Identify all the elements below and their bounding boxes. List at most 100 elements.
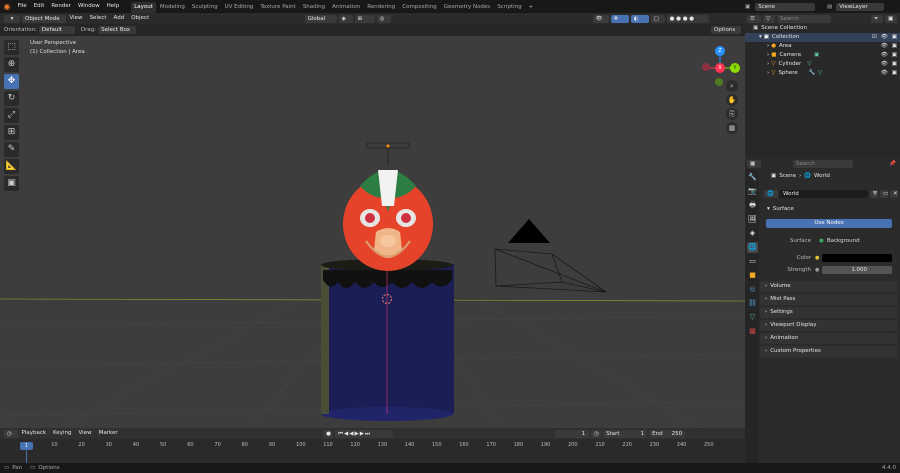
- timeline-menu-playback[interactable]: Playback: [18, 427, 50, 440]
- render-camera-icon[interactable]: ▣: [892, 51, 897, 60]
- rotate-tool-icon[interactable]: ↻: [4, 91, 19, 106]
- add-workspace-button[interactable]: +: [525, 2, 537, 13]
- timeline-menu-view[interactable]: View: [75, 427, 95, 440]
- eye-icon[interactable]: 👁: [881, 51, 888, 60]
- duplicate-icon[interactable]: ▭: [880, 190, 888, 198]
- tab-rendering[interactable]: Rendering: [364, 2, 399, 13]
- cylinder-object[interactable]: [321, 259, 454, 421]
- zoom-icon[interactable]: ⌕: [726, 80, 738, 92]
- outliner-editor-type-icon[interactable]: ☰: [747, 14, 761, 23]
- scale-tool-icon[interactable]: ⤢: [4, 108, 19, 123]
- render-camera-icon[interactable]: ▣: [892, 42, 897, 51]
- timeline-menu-keying[interactable]: Keying: [50, 427, 75, 440]
- color-swatch[interactable]: [822, 254, 892, 262]
- output-tab-icon[interactable]: 🖶: [747, 200, 758, 211]
- fake-user-icon[interactable]: ⛨: [870, 190, 878, 198]
- perspective-toggle-icon[interactable]: ▦: [726, 122, 738, 134]
- start-frame-field[interactable]: Start 1: [603, 429, 648, 438]
- menu-file[interactable]: File: [14, 0, 30, 13]
- tab-layout[interactable]: Layout: [130, 1, 157, 13]
- surface-shader-field[interactable]: ● Background: [815, 237, 892, 245]
- gizmo-neg-x[interactable]: [702, 63, 710, 71]
- gizmo-toggle-icon[interactable]: ✥: [610, 14, 629, 23]
- use-nodes-button[interactable]: Use Nodes: [766, 219, 892, 228]
- eye-icon[interactable]: 👁: [881, 60, 888, 69]
- pivot-icon[interactable]: ◈: [338, 14, 353, 23]
- end-frame-field[interactable]: End 250: [649, 429, 686, 438]
- outliner-scene-collection[interactable]: ▣ Scene Collection: [745, 24, 900, 33]
- pan-hand-icon[interactable]: ✋: [726, 94, 738, 106]
- tab-animation[interactable]: Animation: [329, 2, 364, 13]
- new-collection-icon[interactable]: ▣: [885, 14, 897, 23]
- properties-editor-type-icon[interactable]: ▦: [747, 159, 761, 168]
- tab-compositing[interactable]: Compositing: [399, 2, 440, 13]
- tab-modeling[interactable]: Modeling: [156, 2, 188, 13]
- world-tab-icon[interactable]: 🌐: [747, 242, 758, 253]
- render-tab-icon[interactable]: 📷: [747, 186, 758, 197]
- gizmo-x-axis[interactable]: X: [715, 63, 725, 73]
- tab-uv-editing[interactable]: UV Editing: [221, 2, 257, 13]
- view-layer-tab-icon[interactable]: 🖼: [747, 214, 758, 225]
- gizmo-neg-y[interactable]: [715, 78, 723, 86]
- scene-tab-icon[interactable]: ◈: [747, 228, 758, 239]
- scene-name[interactable]: Scene: [755, 2, 816, 11]
- tab-geometry-nodes[interactable]: Geometry Nodes: [440, 2, 493, 13]
- current-frame-marker[interactable]: 1: [20, 442, 33, 450]
- overlay-toggle-icon[interactable]: ◐: [630, 14, 649, 23]
- editor-type-button[interactable]: ▾: [4, 14, 20, 23]
- blender-logo-icon[interactable]: ◉: [0, 0, 14, 13]
- outliner-filter-icon[interactable]: ▽: [763, 14, 775, 23]
- strength-field[interactable]: 1.000: [822, 266, 892, 274]
- timeline-menu-marker[interactable]: Marker: [95, 427, 121, 440]
- menu-edit[interactable]: Edit: [30, 0, 48, 13]
- outliner-item-cylinder[interactable]: › ▽ Cylinder ▽ 👁 ▣: [745, 60, 900, 69]
- visibility-icon[interactable]: 👁: [592, 14, 609, 23]
- render-camera-icon[interactable]: ▣: [892, 60, 897, 69]
- sphere-object[interactable]: [343, 170, 433, 271]
- current-frame-field[interactable]: 1: [555, 429, 590, 438]
- viewlayer-selector[interactable]: ▤ ViewLayer: [827, 1, 885, 12]
- snap-icon[interactable]: ⊞: [354, 14, 375, 23]
- eye-icon[interactable]: 👁: [881, 42, 888, 51]
- add-cube-tool-icon[interactable]: ▣: [4, 176, 19, 191]
- drag-dropdown[interactable]: Select Box: [98, 26, 137, 34]
- outliner-filter-funnel-icon[interactable]: ⏷: [871, 14, 883, 23]
- orientation-dropdown[interactable]: Default: [38, 26, 75, 34]
- tool-tab-icon[interactable]: 🔧: [747, 172, 758, 183]
- tab-shading[interactable]: Shading: [299, 2, 328, 13]
- outliner-item-sphere[interactable]: › ▽ Sphere 🔧 ▽ 👁 ▣: [745, 69, 900, 78]
- tab-sculpting[interactable]: Sculpting: [188, 2, 221, 13]
- camera-view-icon[interactable]: ⎘: [726, 108, 738, 120]
- panel-mist-pass[interactable]: › Mist Pass: [760, 294, 897, 305]
- world-name-field[interactable]: World: [779, 190, 868, 198]
- preview-range-icon[interactable]: ◷: [591, 429, 602, 438]
- annotate-tool-icon[interactable]: ✎: [4, 142, 19, 157]
- move-tool-icon[interactable]: ✥: [4, 74, 19, 89]
- mode-dropdown[interactable]: Object Mode: [22, 14, 66, 23]
- outliner-item-camera[interactable]: › ■ Camera ▣ 👁 ▣: [745, 51, 900, 60]
- outliner-search-input[interactable]: Search: [777, 14, 831, 23]
- properties-search-input[interactable]: Search: [793, 159, 853, 168]
- render-camera-icon[interactable]: ▣: [892, 69, 897, 78]
- unlink-icon[interactable]: ✕: [890, 190, 898, 198]
- collection-tab-icon[interactable]: ▭: [747, 256, 758, 267]
- panel-volume[interactable]: › Volume: [760, 281, 897, 292]
- playback-controls[interactable]: ⏮◀◀▶▶⏭: [335, 429, 394, 438]
- cursor-tool-icon[interactable]: ⊕: [4, 57, 19, 72]
- measure-tool-icon[interactable]: 📐: [4, 159, 19, 174]
- viewlayer-name[interactable]: ViewLayer: [836, 2, 885, 11]
- camera-object[interactable]: [494, 248, 607, 293]
- collection-eye-icon[interactable]: 👁: [881, 33, 888, 42]
- 3d-viewport[interactable]: User Perspective (1) Collection | Area Z…: [0, 36, 745, 428]
- xray-toggle-icon[interactable]: ▢: [650, 14, 665, 23]
- panel-viewport-display[interactable]: › Viewport Display: [760, 320, 897, 331]
- select-box-tool-icon[interactable]: ⬚: [4, 40, 19, 55]
- world-datablock[interactable]: 🌐 World ⛨ ▭ ✕: [762, 190, 898, 198]
- tab-scripting[interactable]: Scripting: [494, 2, 525, 13]
- outliner-collection[interactable]: ▾ ▣ Collection ☑ 👁 ▣: [745, 33, 900, 42]
- timeline-editor-type-icon[interactable]: ◷: [4, 429, 18, 438]
- gizmo-y-axis[interactable]: Y: [730, 63, 740, 73]
- record-icon[interactable]: ●: [323, 429, 334, 438]
- collection-checkbox-icon[interactable]: ☑: [872, 33, 877, 42]
- panel-animation[interactable]: › Animation: [760, 333, 897, 344]
